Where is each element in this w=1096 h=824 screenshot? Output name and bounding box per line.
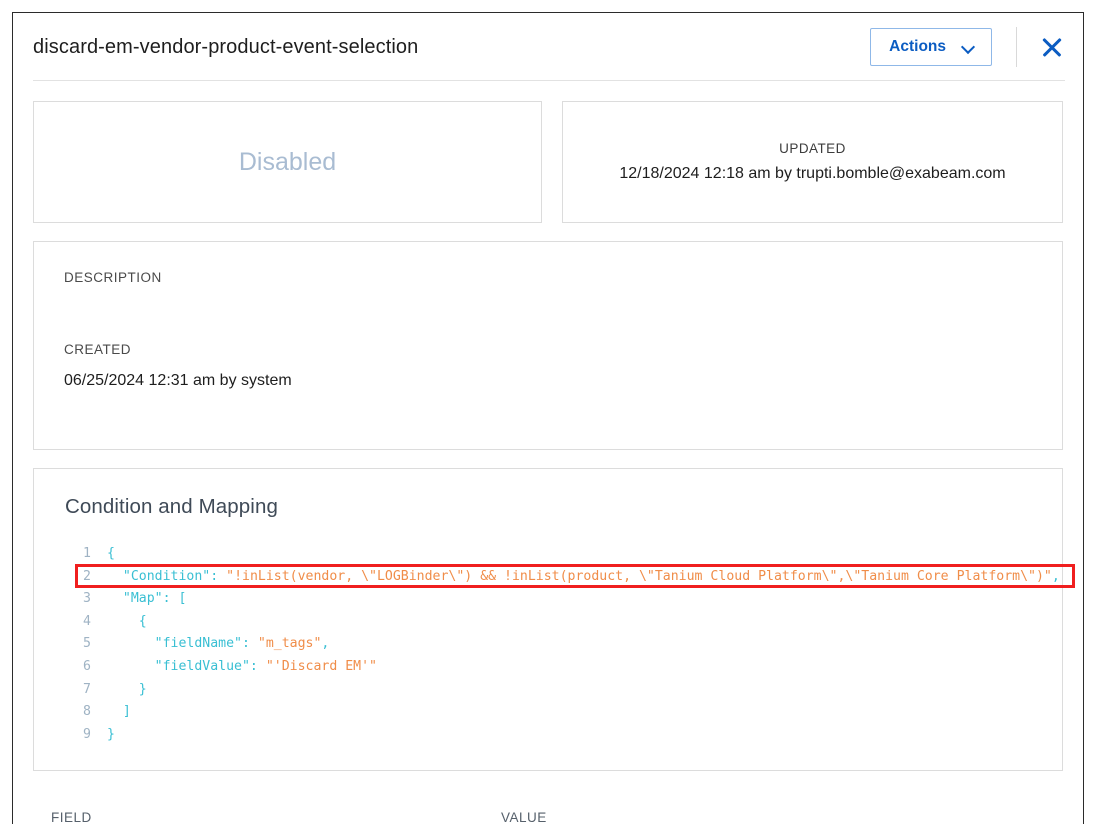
column-header-value: VALUE [501, 810, 547, 824]
created-label: CREATED [64, 342, 132, 357]
summary-row: Disabled UPDATED 12/18/2024 12:18 am by … [33, 101, 1063, 223]
header-rule [33, 80, 1065, 81]
code-line: 5 "fieldName": "m_tags", [65, 633, 1062, 656]
condition-and-mapping-card: Condition and Mapping 1{2 "Condition": "… [33, 468, 1075, 771]
code-line-content: } [107, 681, 147, 697]
code-line: 6 "fieldValue": "'Discard EM'" [65, 656, 1062, 679]
code-line-content: ] [107, 704, 131, 720]
panel-header: discard-em-vendor-product-event-selectio… [13, 13, 1083, 81]
chevron-down-icon [962, 41, 975, 54]
code-viewer[interactable]: 1{2 "Condition": "!inList(vendor, \"LOGB… [65, 543, 1075, 747]
code-line-number: 4 [83, 613, 91, 629]
code-line-number: 2 [83, 568, 91, 584]
status-card: Disabled [33, 101, 542, 223]
code-line-number: 6 [83, 658, 91, 674]
updated-card: UPDATED 12/18/2024 12:18 am by trupti.bo… [562, 101, 1063, 223]
code-line-number: 1 [83, 546, 91, 561]
code-line: 8 ] [65, 701, 1062, 724]
updated-value: 12/18/2024 12:18 am by trupti.bomble@exa… [619, 165, 1006, 182]
code-line: 2 "Condition": "!inList(vendor, \"LOGBin… [65, 566, 1062, 589]
code-line-number: 7 [83, 681, 91, 697]
description-card: DESCRIPTION CREATED 06/25/2024 12:31 am … [33, 241, 1063, 450]
code-line-content: "fieldValue": "'Discard EM'" [154, 658, 377, 674]
detail-panel: discard-em-vendor-product-event-selectio… [12, 12, 1084, 824]
code-line-content: "Condition": "!inList(vendor, \"LOGBinde… [122, 568, 1060, 584]
code-line: 3 "Map": [ [65, 588, 1062, 611]
description-value [64, 285, 1062, 303]
condition-title: Condition and Mapping [65, 495, 278, 518]
updated-label: UPDATED [779, 141, 846, 156]
mapping-table-header: FIELD VALUE [33, 789, 1063, 824]
code-line: 4 { [65, 611, 1062, 634]
code-line-content: { [107, 546, 115, 561]
actions-button[interactable]: Actions [870, 28, 992, 66]
column-header-field: FIELD [51, 810, 92, 824]
code-line: 9} [65, 724, 1062, 747]
page-title: discard-em-vendor-product-event-selectio… [33, 35, 419, 58]
code-line-number: 8 [83, 704, 91, 720]
status-badge: Disabled [238, 147, 337, 176]
code-line-content: { [107, 613, 147, 629]
header-divider [1016, 27, 1017, 67]
description-label: DESCRIPTION [64, 270, 162, 285]
code-line: 7 } [65, 679, 1062, 702]
actions-button-label: Actions [889, 38, 946, 56]
code-line-number: 9 [83, 726, 91, 742]
code-line: 1{ [65, 543, 1062, 566]
created-value: 06/25/2024 12:31 am by system [64, 372, 292, 389]
close-icon[interactable] [1039, 34, 1065, 60]
code-line-number: 5 [83, 636, 91, 652]
header-actions-group: Actions [870, 27, 1065, 67]
code-line-content: "fieldName": "m_tags", [154, 636, 330, 652]
panel-body: Disabled UPDATED 12/18/2024 12:18 am by … [13, 81, 1083, 824]
code-line-content: } [107, 726, 115, 742]
code-line-content: "Map": [ [122, 591, 187, 607]
code-line-number: 3 [83, 591, 91, 607]
